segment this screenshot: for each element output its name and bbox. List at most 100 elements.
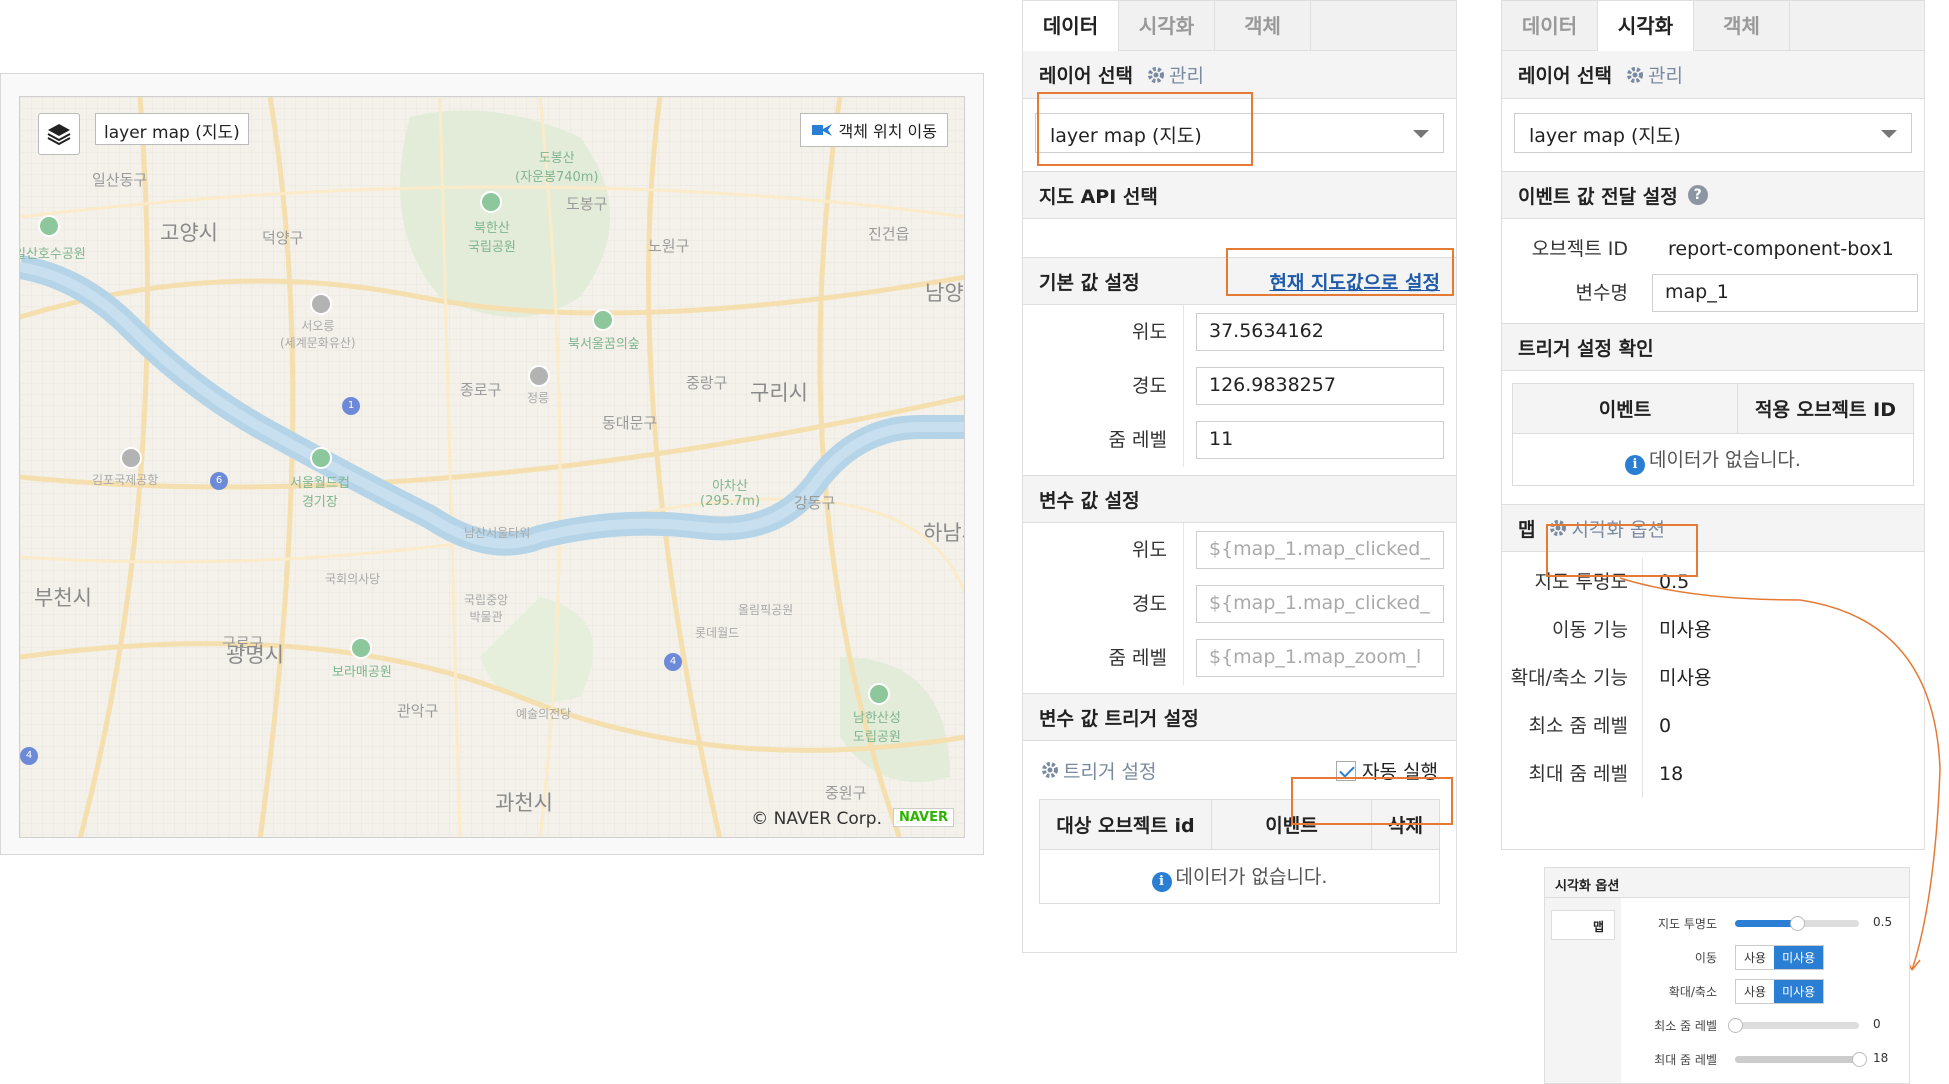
chevron-down-icon bbox=[1881, 130, 1897, 138]
map-widget: 고양시 부천시 광명시 과천시 구리시 남양 하남시 일산동구 덕양구 도봉구 … bbox=[0, 73, 984, 855]
var-lat-label: 위도 bbox=[1132, 539, 1167, 561]
zoom-unused-option[interactable]: 미사용 bbox=[1774, 980, 1824, 1003]
var-lng-label: 경도 bbox=[1132, 593, 1167, 615]
map-canvas[interactable]: 고양시 부천시 광명시 과천시 구리시 남양 하남시 일산동구 덕양구 도봉구 … bbox=[19, 96, 965, 838]
tab-object[interactable]: 객체 bbox=[1694, 1, 1790, 51]
empty-message: 데이터가 없습니다. bbox=[1649, 448, 1801, 471]
help-icon[interactable]: ? bbox=[1687, 185, 1708, 205]
highlight-layer-select bbox=[1037, 92, 1253, 166]
manage-label: 관리 bbox=[1648, 65, 1683, 87]
park-icon bbox=[868, 683, 890, 705]
section-title: 변수 값 설정 bbox=[1039, 489, 1140, 512]
move-object-button[interactable]: 객체 위치 이동 bbox=[799, 113, 948, 147]
section-title: 이벤트 값 전달 설정 bbox=[1518, 185, 1678, 208]
move-row: 이동 사용 미사용 bbox=[1621, 940, 1911, 974]
panel2-tabs: 데이터 시각화 객체 bbox=[1502, 1, 1924, 51]
lat-input[interactable]: 37.5634162 bbox=[1196, 313, 1444, 351]
map-label-boramae: 보라매공원 bbox=[332, 665, 392, 680]
highlight-set-current bbox=[1226, 248, 1454, 296]
section-title: 지도 API 선택 bbox=[1039, 185, 1158, 208]
airport-icon bbox=[120, 447, 142, 469]
trigger-settings-label: 트리거 설정 bbox=[1063, 760, 1157, 783]
move-use-option[interactable]: 사용 bbox=[1736, 946, 1775, 969]
tab-data[interactable]: 데이터 bbox=[1023, 1, 1119, 51]
zoom-label: 줌 레벨 bbox=[1108, 429, 1167, 451]
trigger-check-table: 이벤트 적용 오브젝트 ID i 데이터가 없습니다. bbox=[1512, 383, 1914, 486]
empty-message: 데이터가 없습니다. bbox=[1175, 865, 1328, 888]
opacity-slider-handle[interactable] bbox=[1790, 916, 1805, 931]
map-label-dongdaemun: 동대문구 bbox=[602, 414, 658, 432]
panel1-tabs: 데이터 시각화 객체 bbox=[1023, 1, 1456, 51]
map-label-gwanak: 관악구 bbox=[397, 702, 439, 720]
popup-tab-map[interactable]: 맵 bbox=[1551, 910, 1615, 940]
max-zoom-slider[interactable] bbox=[1735, 1052, 1867, 1067]
zoom-use-option[interactable]: 사용 bbox=[1736, 980, 1775, 1003]
variable-value-form: 위도 ${map_1.map_clicked_ 경도 ${map_1.map_c… bbox=[1023, 523, 1456, 685]
section-title: 맵 bbox=[1518, 518, 1536, 541]
chevron-down-icon bbox=[1413, 130, 1429, 138]
layer-select-header: 레이어 선택 관리 bbox=[1502, 51, 1924, 99]
opacity-slider[interactable] bbox=[1735, 916, 1859, 931]
lng-input[interactable]: 126.9838257 bbox=[1196, 367, 1444, 405]
map-label-namsan: 남산서울타워 bbox=[464, 526, 531, 540]
map-label-hanam: 하남시 bbox=[923, 521, 964, 545]
max-zoom-slider-handle[interactable] bbox=[1852, 1052, 1867, 1067]
map-label-gangdong: 강동구 bbox=[794, 494, 836, 512]
map-label-jinjeop: 진건읍 bbox=[868, 225, 910, 243]
min-zoom-slider-handle[interactable] bbox=[1728, 1018, 1743, 1033]
zoom-input[interactable]: 11 bbox=[1196, 421, 1444, 459]
map-options-summary: 지도 투명도 0.5 이동 기능 미사용 확대/축소 기능 미사용 최소 줌 레… bbox=[1502, 552, 1924, 798]
column-header: 이벤트 bbox=[1512, 383, 1738, 434]
manage-label: 관리 bbox=[1169, 65, 1204, 87]
trigger-check-header: 트리거 설정 확인 bbox=[1502, 323, 1924, 371]
tab-visualization[interactable]: 시각화 bbox=[1598, 1, 1694, 51]
var-lng-input[interactable]: ${map_1.map_clicked_ bbox=[1196, 585, 1444, 623]
tab-object[interactable]: 객체 bbox=[1215, 1, 1311, 51]
zoom-toggle[interactable]: 사용 미사용 bbox=[1735, 979, 1825, 1004]
layer-toggle-button[interactable] bbox=[38, 113, 80, 155]
map-label-nowon: 노원구 bbox=[648, 237, 690, 255]
zoom-value: 미사용 bbox=[1642, 654, 1924, 702]
move-toggle[interactable]: 사용 미사용 bbox=[1735, 945, 1825, 970]
layer-select[interactable]: layer map (지도) bbox=[1514, 113, 1912, 153]
opacity-value: 0.5 bbox=[1873, 915, 1893, 929]
map-label-jungwon: 중원구 bbox=[825, 784, 867, 802]
info-icon: i bbox=[1625, 454, 1646, 475]
api-select-header: 지도 API 선택 bbox=[1023, 171, 1456, 219]
default-value-form: 위도 37.5634162 경도 126.9838257 줌 레벨 11 bbox=[1023, 305, 1456, 467]
map-label-ilsan: 일산동구 bbox=[92, 171, 148, 189]
move-label: 이동 기능 bbox=[1552, 619, 1628, 641]
zoom-label: 확대/축소 기능 bbox=[1510, 667, 1628, 689]
map-label-guri: 구리시 bbox=[750, 381, 808, 405]
map-label-goyang: 고양시 bbox=[160, 221, 218, 245]
zoom-row: 확대/축소 사용 미사용 bbox=[1621, 974, 1911, 1008]
heritage-icon bbox=[528, 365, 550, 387]
move-label: 이동 bbox=[1694, 951, 1717, 965]
map-label-arts-center: 예술의전당 bbox=[516, 707, 572, 721]
section-title: 변수 값 트리거 설정 bbox=[1039, 707, 1199, 730]
tab-visualization[interactable]: 시각화 bbox=[1119, 1, 1215, 51]
highlight-visualization-options bbox=[1546, 524, 1698, 577]
trigger-settings-link[interactable]: 트리거 설정 bbox=[1041, 757, 1156, 784]
object-id-label: 오브젝트 ID bbox=[1531, 238, 1628, 260]
min-zoom-slider[interactable] bbox=[1728, 1018, 1859, 1033]
var-name-input[interactable]: map_1 bbox=[1652, 274, 1918, 312]
gear-icon bbox=[1627, 66, 1644, 83]
min-zoom-label: 최소 줌 레벨 bbox=[1528, 715, 1628, 737]
var-lat-input[interactable]: ${map_1.map_clicked_ bbox=[1196, 531, 1444, 569]
map-label-jongno: 종로구 bbox=[460, 381, 502, 399]
map-label-bukhansan: 북한산 국립공원 bbox=[468, 221, 516, 255]
park-icon bbox=[38, 215, 60, 237]
tab-data[interactable]: 데이터 bbox=[1502, 1, 1598, 51]
manage-link[interactable]: 관리 bbox=[1147, 61, 1204, 88]
section-title: 기본 값 설정 bbox=[1039, 271, 1140, 294]
map-label-bukseoul: 북서울꿈의숲 bbox=[568, 337, 640, 352]
manage-link[interactable]: 관리 bbox=[1626, 61, 1683, 88]
move-unused-option[interactable]: 미사용 bbox=[1774, 946, 1824, 969]
min-zoom-row: 최소 줌 레벨 0 bbox=[1621, 1008, 1911, 1042]
map-label-museum: 국립중앙 박물관 bbox=[464, 593, 509, 624]
map-label-gwacheon: 과천시 bbox=[495, 791, 553, 815]
var-zoom-input[interactable]: ${map_1.map_zoom_l bbox=[1196, 639, 1444, 677]
gear-icon bbox=[1042, 762, 1058, 778]
object-id-value: report-component-box1 bbox=[1668, 238, 1894, 260]
